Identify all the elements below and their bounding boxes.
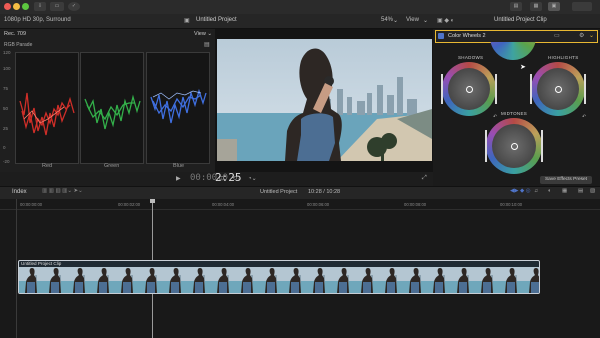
browser-icon: ▦ [533, 3, 539, 9]
highlights-label: HIGHLIGHTS [548, 55, 579, 60]
ruler-tick: 00:00:04:00 [212, 202, 235, 207]
ruler-tick: 00:00:02:00 [118, 202, 141, 207]
timecode-display[interactable]: 2:25 [215, 171, 242, 184]
red-channel-label: Red [42, 163, 53, 169]
fullscreen-icon[interactable]: ⤢ [422, 175, 427, 182]
playhead-handle[interactable] [150, 199, 155, 203]
effect-header[interactable]: Color Wheels 2 ▭ ⚙ ⌄ [435, 30, 598, 43]
index-button[interactable]: Index [12, 189, 27, 195]
library-toggle-button[interactable]: ▤ [510, 2, 522, 11]
clip-name: Untitled Project Clip [21, 261, 62, 266]
scale-label: 50 [3, 106, 9, 111]
midtones-wheel[interactable] [486, 118, 542, 174]
share-button[interactable] [572, 2, 592, 11]
scale-label: 120 [3, 50, 11, 55]
green-waveform [80, 52, 144, 164]
ruler-tick: 00:00:06:00 [307, 202, 330, 207]
midtones-saturation-slider[interactable] [541, 130, 543, 162]
reset-icon[interactable]: ▭ [554, 32, 560, 39]
clip-filmstrip [19, 267, 539, 293]
inspector-toggle-button[interactable]: ▣ [548, 2, 560, 11]
info-bar: 1080p HD 30p, Surround ▣ Untitled Projec… [0, 14, 600, 29]
library-icon: ▤ [513, 3, 519, 9]
timeline-duration: 10:28 / 10:28 [308, 189, 341, 195]
play-icon[interactable]: ▶ [176, 175, 181, 182]
highlights-saturation-slider[interactable] [584, 74, 586, 104]
effect-name[interactable]: Color Wheels 2 [448, 33, 486, 39]
close-window-button[interactable] [4, 3, 11, 10]
clip-appearance-icon[interactable]: ▦ [562, 188, 567, 194]
scope-name: RGB Parade [4, 42, 33, 48]
keywords-button[interactable]: ▭ [50, 2, 64, 11]
shadows-reset-icon[interactable]: ↶ [493, 114, 497, 120]
highlights-brightness-slider[interactable] [530, 74, 532, 104]
timeline-start-line [16, 199, 17, 338]
inspector-tab-icons[interactable]: ▣ ◆ ◐ [437, 17, 454, 24]
shadows-label: SHADOWS [458, 55, 484, 60]
timeline-project-title: Untitled Project [260, 189, 298, 195]
solo-icon[interactable]: ◐ [548, 188, 551, 194]
scale-label: 0 [3, 145, 6, 150]
scope-settings-icon[interactable]: ▤ [204, 41, 210, 48]
ruler-tick: 00:00:10:00 [500, 202, 523, 207]
titlebar: ⇩ ▭ ✓ ▤ ▦ ▣ [0, 0, 600, 15]
video-frame-image [217, 39, 432, 161]
viewer-project-title: Untitled Project [196, 17, 237, 23]
highlights-reset-icon[interactable]: ↶ [582, 114, 586, 120]
highlights-wheel[interactable] [531, 62, 585, 116]
minimize-window-button[interactable] [13, 3, 20, 10]
shadows-wheel[interactable] [442, 62, 496, 116]
ruler-tick: 00:00:00:00 [20, 202, 43, 207]
scale-label: 75 [3, 86, 9, 91]
browser-toggle-button[interactable]: ▦ [530, 2, 542, 11]
import-button[interactable]: ⇩ [34, 2, 46, 11]
cursor-pointer: ➤ [520, 64, 527, 71]
options-icon[interactable]: ⚙ [579, 32, 584, 39]
project-format: 1080p HD 30p, Surround [4, 17, 71, 23]
checkmark-icon: ✓ [71, 3, 77, 9]
inspector-icon: ▣ [551, 3, 557, 9]
scale-label: 25 [3, 126, 9, 131]
project-clip[interactable]: Untitled Project Clip [18, 260, 540, 294]
blue-channel-label: Blue [173, 163, 185, 169]
chevron-icon[interactable]: ⌄ [589, 32, 595, 39]
save-effects-preset-button[interactable]: Save Effects Preset [540, 176, 592, 184]
clip-tools-icons[interactable]: ▥ ▥ ▥ ▥⌄ ➤⌄ [42, 188, 83, 194]
midtones-label: MIDTONES [501, 111, 528, 116]
viewer-frame[interactable] [217, 39, 432, 161]
chevron-down-icon: ⌄ [423, 18, 429, 24]
scope-mode: Rec. 709 [4, 31, 27, 37]
blue-waveform [146, 52, 210, 164]
shadows-brightness-slider[interactable] [441, 74, 443, 104]
scale-label: -20 [3, 159, 10, 164]
scale-label: 100 [3, 66, 11, 71]
film-icon: ▣ [184, 18, 190, 24]
background-tasks-button[interactable]: ✓ [68, 2, 80, 11]
effect-enable-checkbox[interactable] [438, 33, 444, 39]
import-icon: ⇩ [37, 3, 43, 9]
speed-icon[interactable]: ◔⌄ [248, 175, 257, 182]
scopes-view-menu[interactable]: View ⌄ [194, 31, 212, 37]
chevron-down-icon: ⌄ [393, 18, 399, 24]
timeline-toolbar: Index ▥ ▥ ▥ ▥⌄ ➤⌄ Untitled Project 10:28… [0, 186, 600, 200]
snapping-icons[interactable]: ◀▶ ◆ ◎ [510, 188, 531, 194]
green-channel-label: Green [104, 163, 120, 169]
transitions-browser-icon[interactable]: ▧ [590, 188, 595, 194]
viewer-view-menu[interactable]: View [406, 17, 419, 23]
zoom-window-button[interactable] [22, 3, 29, 10]
red-waveform [15, 52, 79, 164]
shadows-saturation-slider[interactable] [495, 74, 497, 104]
inspector-clip-title: Untitled Project Clip [494, 17, 547, 23]
ruler-tick: 00:00:08:00 [404, 202, 427, 207]
effects-browser-icon[interactable]: ▤ [578, 188, 583, 194]
zoom-level[interactable]: 54% [381, 17, 393, 23]
key-icon: ▭ [54, 3, 60, 9]
midtones-brightness-slider[interactable] [485, 130, 487, 162]
audio-skimming-icon[interactable]: ♫ [534, 188, 538, 194]
